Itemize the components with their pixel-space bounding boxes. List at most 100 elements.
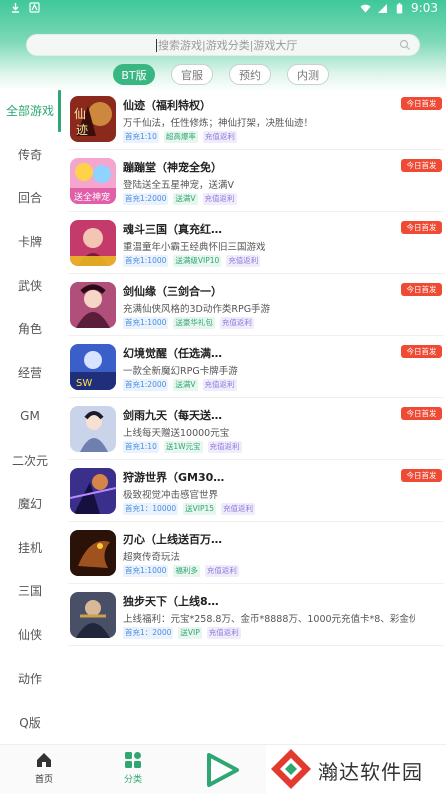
tag-rebate: 充值返利 <box>207 441 242 453</box>
bottom-navigation: 首页 分类 瀚达软件园 <box>0 744 446 794</box>
game-name: 刃心（上线送百万… <box>123 533 222 546</box>
tag-recharge-ratio: 首充1:1000 <box>123 317 169 329</box>
game-thumbnail[interactable]: SW <box>70 344 116 390</box>
version-tabs: BT版 官服 预约 内测 <box>0 64 446 86</box>
tag-rebate: 充值返利 <box>202 379 237 391</box>
launch-today-badge: 今日首发 <box>401 159 442 172</box>
tab-beta[interactable]: 内测 <box>287 64 329 85</box>
game-name: 幻境觉醒（任选满… <box>123 347 222 360</box>
game-thumbnail[interactable] <box>70 220 116 266</box>
launch-today-badge: 今日首发 <box>401 283 442 296</box>
tag-rebate: 充值返利 <box>206 627 241 639</box>
game-card[interactable]: 送全神宠 蹦蹦堂（神宠全免） 登陆送全五星神宠，送满V 首充1:2000 送满V… <box>68 150 444 212</box>
sidebar-item-wuxia[interactable]: 武侠 <box>0 270 60 300</box>
tag-perk: 送满V <box>173 193 198 205</box>
sidebar-item-gm[interactable]: GM <box>0 401 60 431</box>
game-tags: 首充1：10000 送VIP15 充值返利 <box>123 503 256 515</box>
sidebar-item-all[interactable]: 全部游戏 <box>0 95 60 125</box>
game-card[interactable]: 刃心（上线送百万… 超爽传奇玩法 首充1:1000 福利多 充值返利 <box>68 522 444 584</box>
svg-text:仙: 仙 <box>74 107 86 121</box>
sidebar-item-fantasy[interactable]: 魔幻 <box>0 488 60 518</box>
game-description: 一款全新魔幻RPG卡牌手游 <box>123 366 238 377</box>
text-cursor <box>156 39 157 52</box>
watermark-text: 瀚达软件园 <box>318 760 423 784</box>
game-thumbnail[interactable] <box>70 406 116 452</box>
game-card[interactable]: 仙迹 仙迹（福利特权） 万千仙法，任性修炼；神仙打架，决胜仙迹！ 首充1:10 … <box>68 88 444 150</box>
tag-recharge-ratio: 首充1：10000 <box>123 503 179 515</box>
game-thumbnail[interactable] <box>70 530 116 576</box>
watermark-logo-icon <box>271 749 311 789</box>
game-description: 重温童年小霸王经典怀旧三国游戏 <box>123 242 266 253</box>
sidebar-item-three-kingdoms[interactable]: 三国 <box>0 575 60 605</box>
game-description: 上线每天赠送10000元宝 <box>123 428 230 439</box>
game-tags: 首充1：2000 送VIP 充值返利 <box>123 627 241 639</box>
game-thumbnail[interactable] <box>70 592 116 638</box>
tag-recharge-ratio: 首充1:10 <box>123 441 159 453</box>
game-thumbnail[interactable] <box>70 468 116 514</box>
home-icon <box>37 753 51 767</box>
nav-category[interactable]: 分类 <box>103 751 163 791</box>
tag-perk: 送豪华礼包 <box>173 317 215 329</box>
game-description: 上线福利：元宝*258.8万、金币*8888万、1000元充值卡*8、彩金伙伴… <box>123 614 415 625</box>
game-card[interactable]: 独步天下（上线8… 上线福利：元宝*258.8万、金币*8888万、1000元充… <box>68 584 444 646</box>
game-thumbnail[interactable]: 仙迹 <box>70 96 116 142</box>
tab-bt[interactable]: BT版 <box>113 64 155 85</box>
launch-today-badge: 今日首发 <box>401 345 442 358</box>
launch-today-badge: 今日首发 <box>401 221 442 234</box>
tag-recharge-ratio: 首充1：2000 <box>123 627 174 639</box>
nav-category-label: 分类 <box>123 775 142 785</box>
tag-perk: 送满V <box>173 379 198 391</box>
game-card[interactable]: 剑雨九天（每天送… 上线每天赠送10000元宝 首充1:10 送1W元宝 充值返… <box>68 398 444 460</box>
game-card[interactable]: 剑仙缘（三剑合一） 充满仙侠风格的3D动作类RPG手游 首充1:1000 送豪华… <box>68 274 444 336</box>
sidebar-item-rpg[interactable]: 角色 <box>0 313 60 343</box>
tag-perk: 福利多 <box>173 565 200 577</box>
game-name: 蹦蹦堂（神宠全免） <box>123 161 222 174</box>
sidebar-item-action[interactable]: 动作 <box>0 663 60 693</box>
tag-perk: 超高爆率 <box>163 131 198 143</box>
nav-home[interactable]: 首页 <box>14 751 74 791</box>
svg-text:SW: SW <box>76 378 92 389</box>
battery-icon <box>396 2 403 14</box>
sidebar-item-q-version[interactable]: Q版 <box>0 707 60 737</box>
tag-recharge-ratio: 首充1:1000 <box>123 565 169 577</box>
game-list: 仙迹 仙迹（福利特权） 万千仙法，任性修炼；神仙打架，决胜仙迹！ 首充1:10 … <box>68 88 446 744</box>
game-thumbnail[interactable]: 送全神宠 <box>70 158 116 204</box>
search-icon[interactable] <box>399 39 411 51</box>
app-notification-icon <box>29 2 40 13</box>
sidebar-item-xianxia[interactable]: 仙侠 <box>0 619 60 649</box>
sidebar-item-legend[interactable]: 传奇 <box>0 139 60 169</box>
game-tags: 首充1:10 超高爆率 充值返利 <box>123 131 237 143</box>
sidebar-item-idle[interactable]: 挂机 <box>0 532 60 562</box>
game-tags: 首充1:10 送1W元宝 充值返利 <box>123 441 242 453</box>
tag-recharge-ratio: 首充1:2000 <box>123 379 169 391</box>
svg-text:迹: 迹 <box>76 123 88 137</box>
game-thumbnail[interactable] <box>70 282 116 328</box>
game-card[interactable]: 狩游世界（GM30… 极致视觉冲击感官世界 首充1：10000 送VIP15 充… <box>68 460 444 522</box>
game-card[interactable]: SW 幻境觉醒（任选满… 一款全新魔幻RPG卡牌手游 首充1:2000 送满V … <box>68 336 444 398</box>
game-description: 超爽传奇玩法 <box>123 552 181 563</box>
sidebar-item-management[interactable]: 经营 <box>0 357 60 387</box>
sidebar-item-anime[interactable]: 二次元 <box>0 445 60 475</box>
game-name: 剑仙缘（三剑合一） <box>123 285 222 298</box>
game-name: 仙迹（福利特权） <box>123 99 211 112</box>
clock: 9:03 <box>411 1 438 15</box>
download-icon <box>12 3 19 13</box>
tag-perk: 送VIP15 <box>183 503 217 515</box>
tag-perk: 送1W元宝 <box>163 441 203 453</box>
play-icon[interactable] <box>203 752 241 788</box>
sidebar-item-turn-based[interactable]: 回合 <box>0 182 60 212</box>
tag-recharge-ratio: 首充1:10 <box>123 131 159 143</box>
sidebar-item-card[interactable]: 卡牌 <box>0 226 60 256</box>
game-card[interactable]: 魂斗三国（真充红… 重温童年小霸王经典怀旧三国游戏 首充1:1000 送满级VI… <box>68 212 444 274</box>
tab-reserve[interactable]: 预约 <box>229 64 271 85</box>
game-name: 魂斗三国（真充红… <box>123 223 222 236</box>
game-name: 独步天下（上线8… <box>123 595 219 608</box>
tag-rebate: 充值返利 <box>202 131 237 143</box>
game-tags: 首充1:1000 送满级VIP10 充值返利 <box>123 255 261 267</box>
game-tags: 首充1:1000 送豪华礼包 充值返利 <box>123 317 254 329</box>
search-bar[interactable] <box>26 34 420 56</box>
search-input[interactable] <box>158 37 378 53</box>
tab-official[interactable]: 官服 <box>171 64 213 85</box>
site-watermark: 瀚达软件园 <box>266 745 446 794</box>
game-description: 登陆送全五星神宠，送满V <box>123 180 234 191</box>
